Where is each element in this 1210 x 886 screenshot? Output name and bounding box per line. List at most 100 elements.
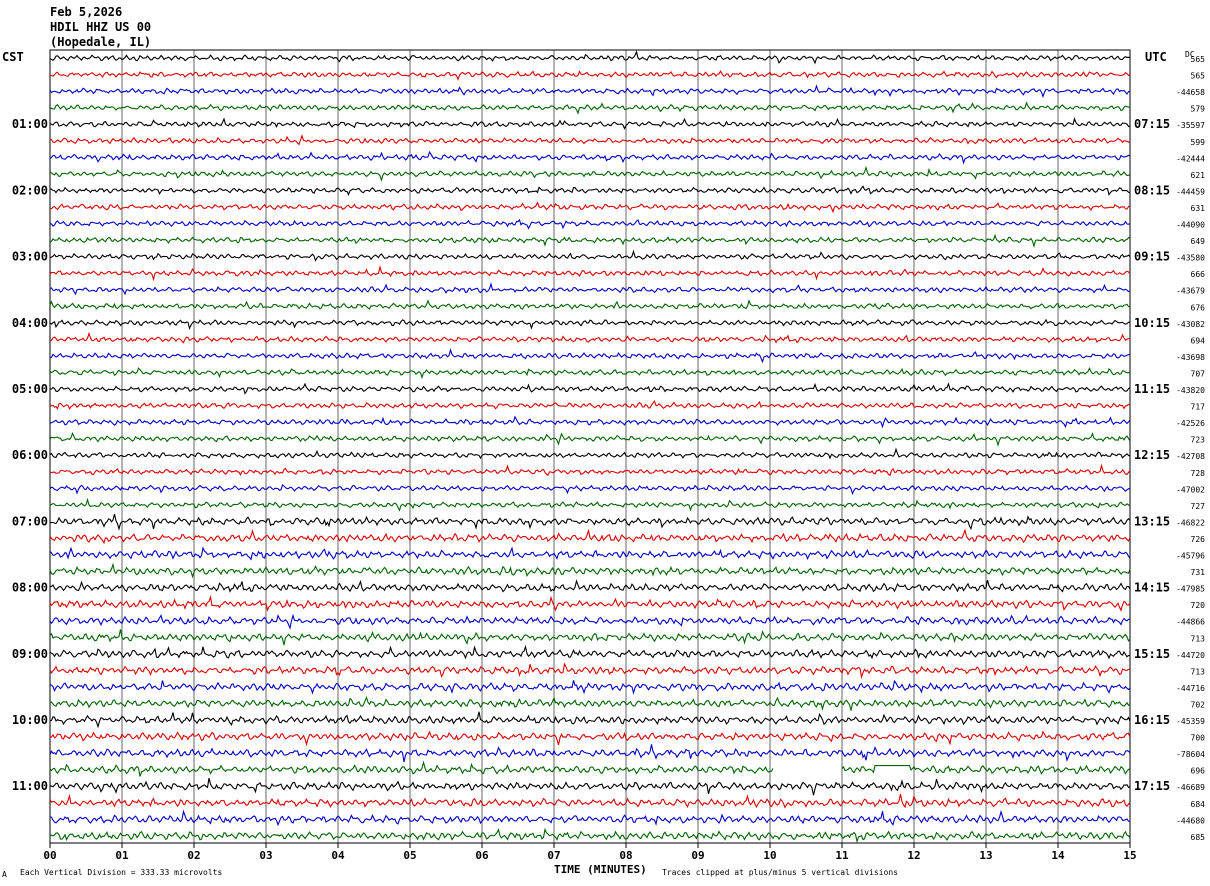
- left-time-label: 06:00: [12, 448, 48, 462]
- dc-offset-value: 717: [1191, 403, 1206, 412]
- plot-date: Feb 5,2026: [50, 5, 123, 19]
- dc-offset-value: -35597: [1176, 121, 1205, 130]
- dc-offset-value: 694: [1191, 336, 1206, 345]
- dc-offset-value: 702: [1191, 700, 1206, 709]
- x-tick-label: 01: [115, 849, 129, 862]
- left-time-label: 08:00: [12, 581, 48, 595]
- seismic-trace: [49, 562, 1131, 579]
- x-tick-label: 06: [475, 849, 489, 862]
- helicorder-plot: 00 01 02 03 04 05 06 07 08 09 10 11 12 13 14 15565565-4…: [12, 49, 1206, 862]
- dc-offset-value: 720: [1191, 601, 1206, 610]
- plot-frame: [49, 49, 1131, 844]
- dc-offset-value: 700: [1191, 734, 1206, 743]
- x-tick-label: 14: [1051, 849, 1065, 862]
- right-time-label: 09:15: [1134, 250, 1170, 264]
- dc-offset-value: -45796: [1176, 552, 1205, 561]
- right-time-label: 15:15: [1134, 647, 1170, 661]
- left-time-label: 02:00: [12, 183, 48, 197]
- dc-offset-value: 727: [1191, 502, 1206, 511]
- x-tick-label: 07: [547, 849, 560, 862]
- left-time-label: 01:00: [12, 117, 48, 131]
- seismic-trace: [49, 382, 1131, 395]
- seismic-trace: [50, 513, 1131, 531]
- left-time-label: 04:00: [12, 316, 48, 330]
- dc-offset-value: 713: [1191, 667, 1206, 676]
- seismic-trace: [49, 827, 1131, 844]
- right-time-label: 11:15: [1134, 382, 1170, 396]
- right-time-label: 13:15: [1134, 514, 1170, 528]
- seismic-trace: [49, 777, 1131, 796]
- dc-offset-value: 666: [1191, 270, 1206, 279]
- seismic-trace: [49, 579, 1131, 593]
- seismic-trace: [49, 613, 1130, 630]
- dc-offset-value: -43679: [1176, 287, 1205, 296]
- dc-offset-value: 599: [1191, 138, 1206, 147]
- right-time-label: 10:15: [1134, 316, 1170, 330]
- right-time-label: 12:15: [1134, 448, 1170, 462]
- seismic-trace: [49, 679, 1131, 695]
- seismic-trace: [49, 101, 1131, 115]
- seismic-trace: [49, 432, 1131, 447]
- left-time-label: 05:00: [12, 382, 48, 396]
- dc-offset-header: DC: [1185, 50, 1195, 59]
- dc-offset-value: -44866: [1176, 618, 1205, 627]
- x-tick-label: 02: [187, 849, 200, 862]
- dc-offset-value: 731: [1191, 568, 1206, 577]
- seismic-trace: [49, 595, 1131, 612]
- station-code: HDIL HHZ US 00: [50, 20, 152, 34]
- seismic-trace: [49, 546, 1131, 561]
- dc-offset-value: 649: [1191, 237, 1206, 246]
- dc-offset-value: -42708: [1176, 452, 1205, 461]
- dc-offset-value: -42526: [1176, 419, 1205, 428]
- x-axis-title: TIME (MINUTES): [554, 863, 647, 876]
- dc-offset-value: -44680: [1176, 816, 1205, 825]
- seismic-trace: [49, 264, 1131, 282]
- seismic-trace: [49, 249, 1131, 262]
- dc-offset-value: -43580: [1176, 254, 1205, 263]
- dc-offset-value: 565: [1191, 72, 1206, 81]
- seismic-trace: [49, 84, 1131, 98]
- seismic-trace: [49, 201, 1131, 214]
- seismic-trace: [49, 528, 1131, 545]
- seismic-trace: [49, 318, 1131, 331]
- dc-offset-value: -47985: [1176, 585, 1205, 594]
- seismic-trace: [49, 366, 1131, 380]
- seismic-trace: [49, 233, 1131, 248]
- dc-offset-value: -44720: [1176, 651, 1205, 660]
- x-tick-label: 09: [691, 849, 704, 862]
- x-tick-label: 08: [619, 849, 632, 862]
- seismic-trace: [49, 50, 1131, 65]
- seismic-trace: [49, 497, 1131, 512]
- seismic-trace: [49, 69, 1131, 81]
- left-timezone-label: CST: [2, 50, 24, 64]
- right-time-label: 14:15: [1134, 581, 1170, 595]
- dc-offset-value: -45359: [1176, 717, 1205, 726]
- right-time-label: 16:15: [1134, 713, 1170, 727]
- dc-offset-value: -43820: [1176, 386, 1205, 395]
- seismic-trace: [49, 695, 1131, 712]
- x-tick-label: 05: [403, 849, 416, 862]
- dc-offset-value: 631: [1191, 204, 1206, 213]
- x-tick-label: 11: [835, 849, 849, 862]
- x-tick-label: 13: [979, 849, 992, 862]
- dc-offset-value: -47002: [1176, 485, 1205, 494]
- dc-offset-value: 707: [1191, 369, 1206, 378]
- seismic-trace: [49, 447, 1131, 460]
- left-time-label: 03:00: [12, 250, 48, 264]
- seismic-trace: [49, 282, 1131, 296]
- corner-mark: A: [2, 870, 7, 879]
- dc-offset-value: -78604: [1176, 750, 1205, 759]
- right-time-label: 08:15: [1134, 183, 1170, 197]
- dc-offset-value: -46689: [1176, 783, 1205, 792]
- seismic-trace: [49, 730, 1131, 747]
- left-time-label: 09:00: [12, 647, 48, 661]
- x-tick-label: 03: [259, 849, 272, 862]
- dc-offset-value: 685: [1191, 833, 1206, 842]
- seismic-trace: [49, 347, 1131, 364]
- dc-offset-value: -44090: [1176, 221, 1205, 230]
- dc-offset-value: -44658: [1176, 88, 1205, 97]
- left-time-label: 07:00: [12, 514, 48, 528]
- seismic-trace: [49, 744, 1131, 763]
- right-time-label: 17:15: [1134, 779, 1170, 793]
- right-timezone-label: UTC: [1145, 50, 1167, 64]
